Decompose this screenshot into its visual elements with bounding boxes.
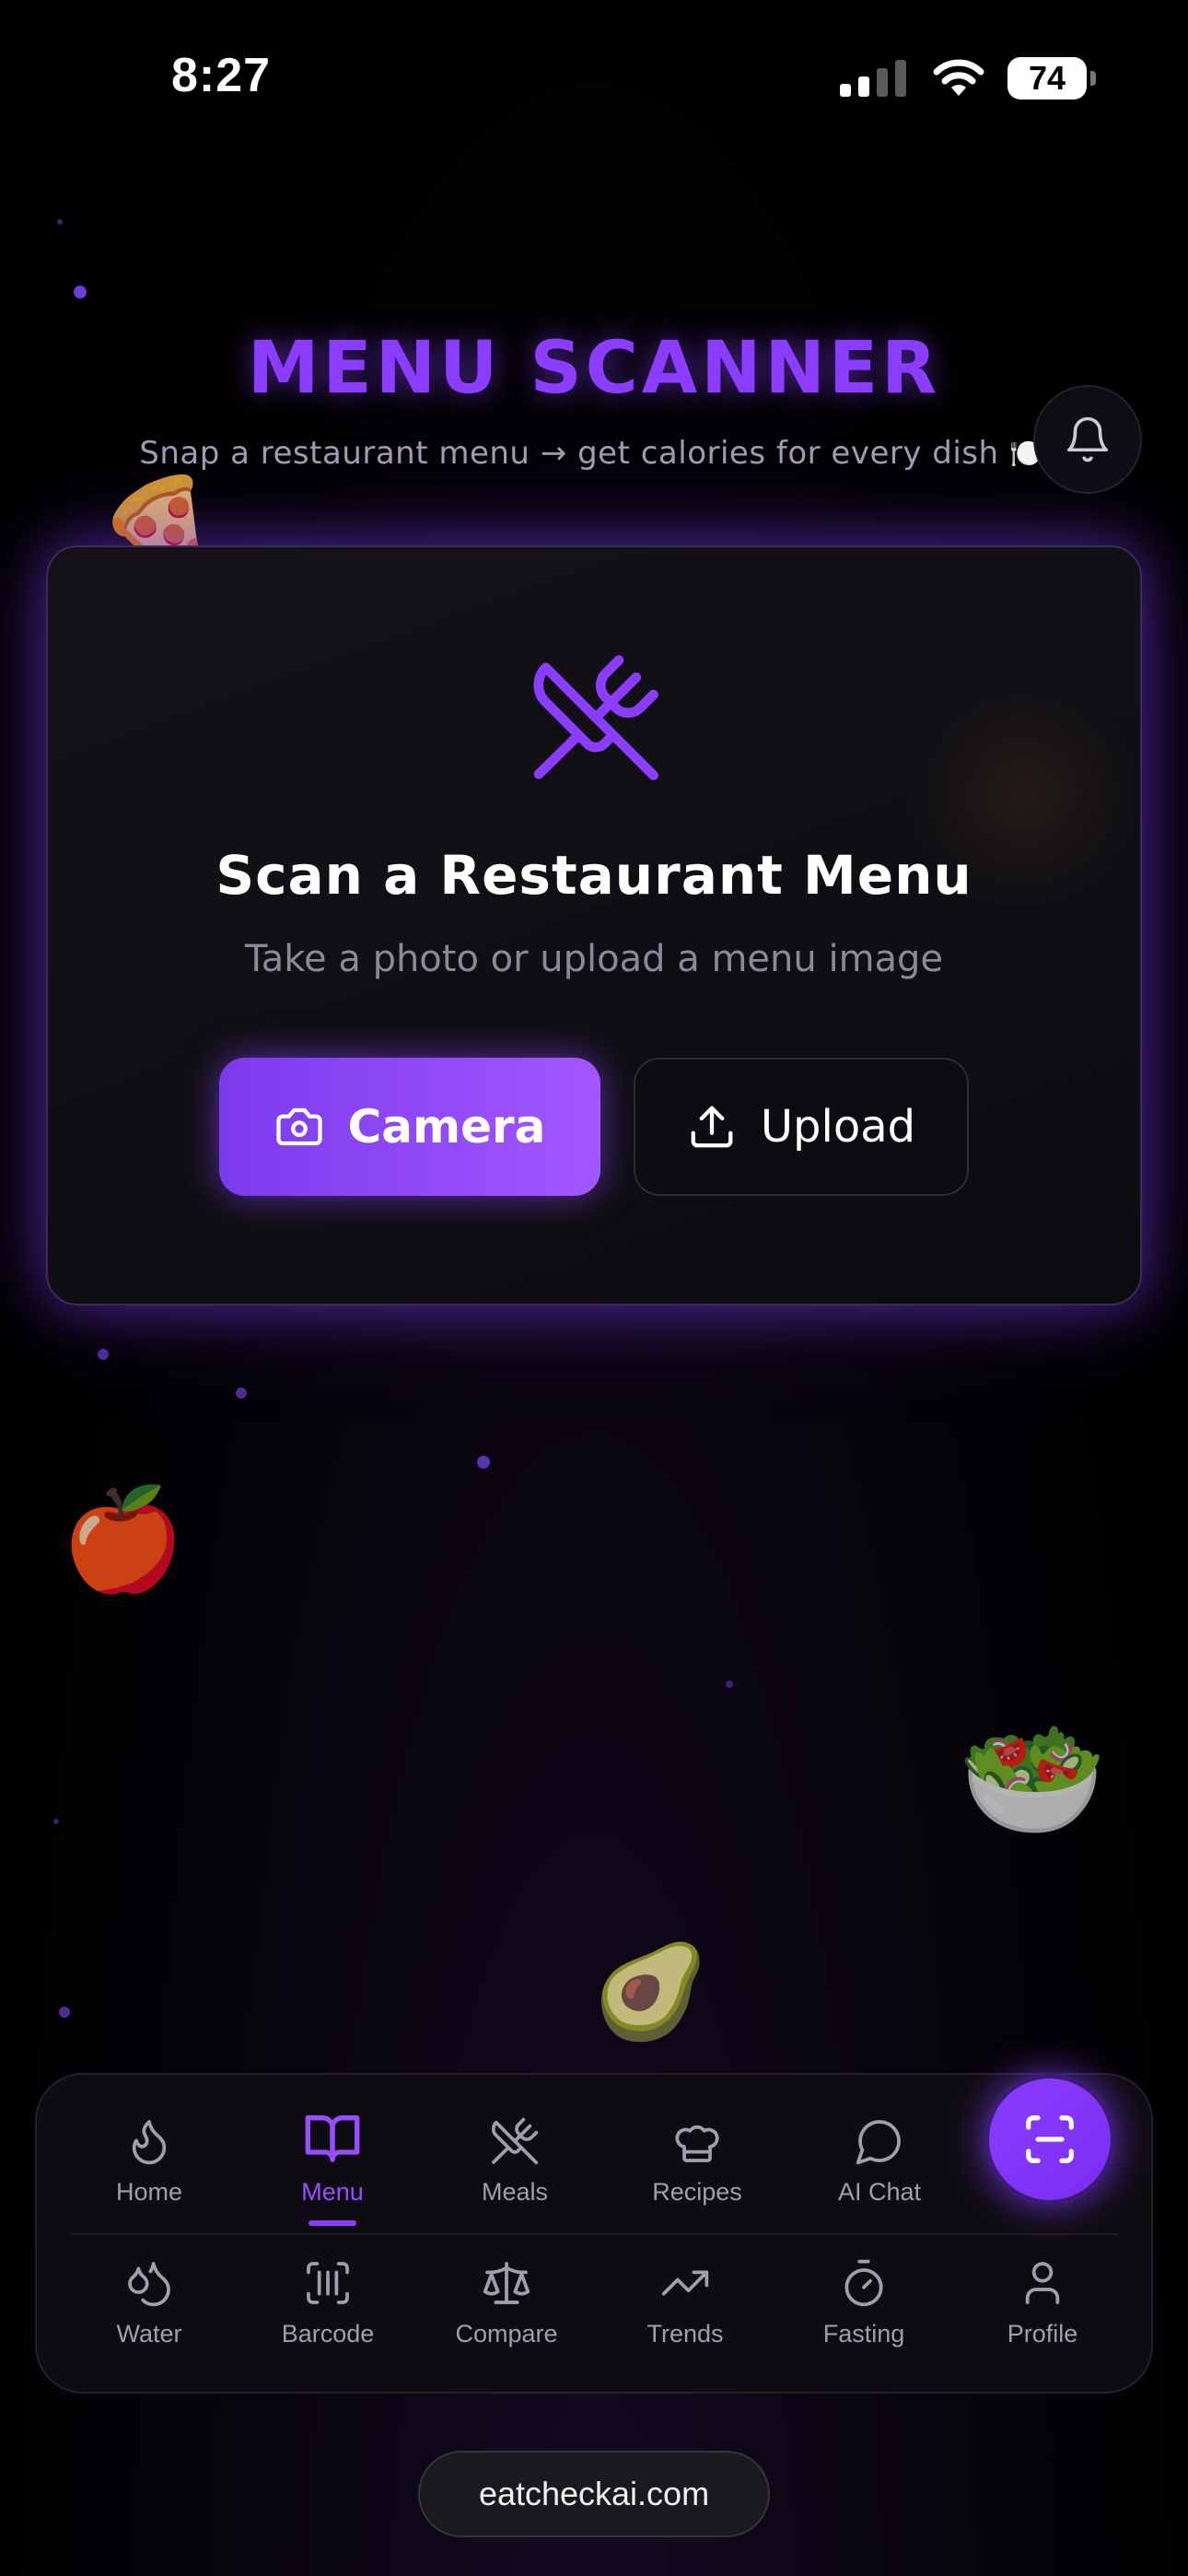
camera-icon: [275, 1107, 322, 1146]
page-subtitle: Snap a restaurant menu → get calories fo…: [139, 435, 1049, 472]
scale-icon: [483, 2262, 530, 2304]
active-tab-indicator: [309, 2220, 356, 2226]
page-title: MENU SCANNER: [247, 327, 941, 410]
utensils-crossed-icon: [533, 655, 658, 780]
decorative-dot: [98, 1349, 109, 1360]
nav-label: Recipes: [652, 2178, 742, 2206]
nav-item-home[interactable]: Home: [66, 2115, 232, 2235]
scan-icon: [1026, 2115, 1074, 2163]
signal-icon: [840, 60, 906, 97]
droplets-icon: [128, 2262, 170, 2307]
decorative-dot: [53, 1819, 59, 1824]
nav-label: Home: [115, 2178, 183, 2206]
upload-icon: [691, 1106, 733, 1148]
decorative-dot: [74, 286, 87, 299]
nav-label: Trends: [646, 2320, 724, 2348]
wifi-icon: [933, 59, 984, 96]
bell-icon: [1066, 416, 1109, 463]
decorative-dot: [477, 1456, 490, 1469]
nav-item-recipes[interactable]: Recipes: [614, 2115, 780, 2235]
camera-button[interactable]: Camera: [219, 1058, 600, 1196]
status-time: 8:27: [171, 49, 272, 102]
salad-emoji: 🥗: [958, 1709, 1107, 1849]
nav-divider: [70, 2233, 1118, 2235]
nav-item-profile[interactable]: Profile: [960, 2257, 1125, 2377]
nav-item-fasting[interactable]: Fasting: [781, 2257, 947, 2377]
apple-emoji: 🍎: [61, 1482, 185, 1598]
nav-label: Barcode: [281, 2320, 375, 2348]
notifications-button[interactable]: [1033, 385, 1142, 494]
nav-label: Fasting: [822, 2320, 905, 2348]
nav-item-meals[interactable]: Meals: [432, 2115, 598, 2235]
menu-scanner-screen: 8:27 74 MENU SCANNER Snap a restaurant m…: [0, 0, 1188, 2576]
battery-indicator: 74: [1007, 57, 1096, 100]
camera-button-label: Camera: [347, 1100, 546, 1153]
nav-label: AI Chat: [837, 2178, 922, 2206]
upload-button[interactable]: Upload: [634, 1058, 969, 1196]
trending-up-icon: [661, 2270, 709, 2296]
upload-button-label: Upload: [760, 1101, 916, 1153]
scan-menu-card: Scan a Restaurant Menu Take a photo or u…: [46, 545, 1144, 1306]
barcode-icon: [307, 2262, 349, 2304]
site-url-pill[interactable]: eatcheckai.com: [418, 2451, 770, 2537]
decorative-dot: [726, 1680, 733, 1688]
nav-label: Water: [116, 2320, 182, 2348]
flame-icon: [132, 2120, 167, 2165]
decorative-dot: [59, 2007, 70, 2018]
user-icon: [1025, 2262, 1060, 2304]
timer-icon: [844, 2259, 883, 2307]
decorative-dot: [57, 219, 63, 225]
utensils-icon: [491, 2117, 539, 2165]
chef-hat-icon: [675, 2125, 719, 2162]
nav-item-barcode[interactable]: Barcode: [245, 2257, 411, 2377]
card-title: Scan a Restaurant Menu: [215, 844, 973, 907]
nav-label: Profile: [1007, 2320, 1078, 2348]
scan-fab-button[interactable]: [984, 2073, 1116, 2206]
nav-item-trends[interactable]: Trends: [602, 2257, 768, 2377]
chat-icon: [856, 2120, 901, 2165]
nav-label: Menu: [301, 2178, 364, 2206]
book-icon: [305, 2115, 360, 2162]
card-subtitle: Take a photo or upload a menu image: [244, 938, 944, 980]
nav-item-compare[interactable]: Compare: [424, 2257, 589, 2377]
decorative-dot: [236, 1388, 247, 1399]
status-indicators: 74: [840, 57, 1096, 100]
nav-item-menu[interactable]: Menu: [250, 2108, 415, 2228]
nav-item-ai-chat[interactable]: AI Chat: [797, 2115, 962, 2235]
nav-label: Compare: [455, 2320, 558, 2348]
nav-item-water[interactable]: Water: [66, 2257, 232, 2377]
nav-label: Meals: [481, 2178, 549, 2206]
avocado-emoji: 🥑: [593, 1938, 708, 2045]
